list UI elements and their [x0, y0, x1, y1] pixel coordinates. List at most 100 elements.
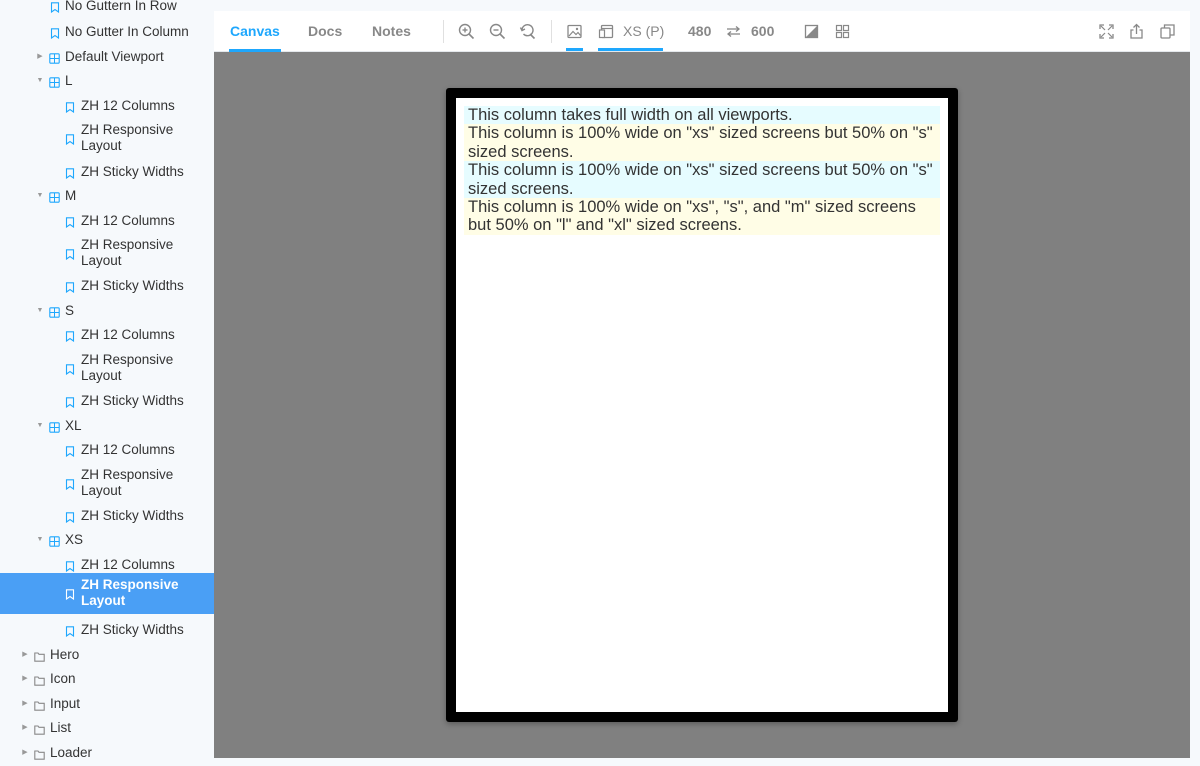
sidebar-item-label: No Gutter In Column	[65, 24, 189, 39]
component-icon	[49, 52, 60, 64]
bookmark-icon	[65, 216, 75, 228]
sidebar-item-loader[interactable]: ▶ Loader	[0, 741, 214, 765]
sidebar-item-zh-sticky-widths[interactable]: ZH Sticky Widths	[0, 274, 214, 298]
sidebar-item-label: ZH Sticky Widths	[81, 278, 184, 293]
bookmark-icon	[65, 396, 75, 408]
sidebar-item-label: ZH Sticky Widths	[81, 164, 184, 179]
sidebar-item-no-guttern-in-row[interactable]: No Guttern In Row	[0, 0, 214, 18]
folder-icon	[34, 650, 45, 662]
swap-dimensions-icon[interactable]	[725, 23, 742, 40]
bookmark-icon	[65, 133, 75, 146]
sidebar-item-label: Hero	[50, 647, 80, 662]
sidebar-item-zh-responsive-layout[interactable]: ZH Responsive Layout	[0, 463, 214, 504]
chevron-right-icon[interactable]: ▶	[36, 53, 44, 61]
chevron-right-icon[interactable]: ▶	[21, 675, 29, 683]
sidebar-item-label: ZH 12 Columns	[81, 327, 175, 342]
sidebar-item-m[interactable]: ▼ M	[0, 184, 214, 208]
copy-link-icon[interactable]	[1159, 23, 1176, 40]
chevron-right-icon[interactable]: ▶	[21, 749, 29, 757]
sidebar-item-default-viewport[interactable]: ▶ Default Viewport	[0, 45, 214, 69]
sidebar-item-zh-12-columns[interactable]: ZH 12 Columns	[0, 438, 214, 462]
chevron-down-icon[interactable]: ▼	[36, 77, 44, 85]
background-image-icon[interactable]	[566, 23, 583, 40]
contrast-icon[interactable]	[803, 23, 820, 40]
chevron-right-icon[interactable]: ▶	[21, 651, 29, 659]
sidebar-item-label: ZH 12 Columns	[81, 442, 175, 457]
sidebar-item-zh-responsive-layout[interactable]: ZH Responsive Layout	[0, 118, 214, 159]
sidebar-item-label: ZH 12 Columns	[81, 213, 175, 228]
preview-iframe: This column takes full width on all view…	[456, 98, 948, 712]
viewport-icon[interactable]	[598, 23, 615, 40]
bookmark-icon	[65, 445, 75, 457]
toolbar-separator	[443, 20, 444, 43]
chevron-down-icon[interactable]: ▼	[36, 422, 44, 430]
sidebar-item-zh-sticky-widths[interactable]: ZH Sticky Widths	[0, 504, 214, 528]
bookmark-icon	[65, 281, 75, 293]
chevron-right-icon[interactable]: ▶	[21, 724, 29, 732]
sidebar-item-list[interactable]: ▶ List	[0, 716, 214, 740]
sidebar-item-zh-sticky-widths[interactable]: ZH Sticky Widths	[0, 160, 214, 184]
sidebar-item-label: Loader	[50, 745, 93, 760]
viewport-width-value[interactable]: 480	[688, 11, 711, 52]
preview-canvas: This column takes full width on all view…	[214, 52, 1190, 758]
sidebar-item-zh-12-columns[interactable]: ZH 12 Columns	[0, 94, 214, 118]
sidebar-item-icon[interactable]: ▶ Icon	[0, 667, 214, 691]
bookmark-icon	[65, 330, 75, 342]
sidebar-item-label: ZH Responsive Layout	[81, 467, 174, 498]
tab-canvas[interactable]: Canvas	[229, 11, 281, 52]
grid-column: This column is 100% wide on "xs" sized s…	[464, 124, 940, 162]
sidebar-tree: No Guttern In Row No Gutter In Column ▶ Def…	[0, 0, 214, 766]
component-icon	[49, 306, 60, 318]
sidebar-item-l[interactable]: ▼ L	[0, 69, 214, 93]
grid-column: This column is 100% wide on "xs" sized s…	[464, 161, 940, 199]
sidebar-item-zh-responsive-layout[interactable]: ZH Responsive Layout	[0, 233, 214, 274]
sidebar-item-zh-12-columns[interactable]: ZH 12 Columns	[0, 323, 214, 347]
chevron-down-icon[interactable]: ▼	[36, 536, 44, 544]
chevron-right-icon[interactable]: ▶	[21, 700, 29, 708]
bookmark-icon	[65, 560, 75, 572]
chevron-down-icon[interactable]: ▼	[36, 307, 44, 315]
sidebar-item-zh-sticky-widths[interactable]: ZH Sticky Widths	[0, 618, 214, 642]
share-icon[interactable]	[1128, 23, 1145, 40]
sidebar-item-label: Default Viewport	[65, 49, 164, 64]
sidebar-item-zh-responsive-layout[interactable]: ZH Responsive Layout	[0, 573, 214, 614]
reset-zoom-icon[interactable]	[519, 23, 536, 40]
fullscreen-icon[interactable]	[1098, 23, 1115, 40]
sidebar-item-label: Input	[50, 696, 81, 711]
toolbar: Canvas Docs Notes XS (P) 480 600	[214, 11, 1190, 52]
sidebar-item-hero[interactable]: ▶ Hero	[0, 643, 214, 667]
zoom-out-icon[interactable]	[489, 23, 506, 40]
sidebar-item-label: XS	[65, 532, 84, 547]
sidebar-item-zh-sticky-widths[interactable]: ZH Sticky Widths	[0, 389, 214, 413]
component-icon	[49, 76, 60, 88]
grid-column: This column is 100% wide on "xs", "s", a…	[464, 198, 940, 235]
grid-icon[interactable]	[834, 23, 851, 40]
sidebar-item-zh-12-columns[interactable]: ZH 12 Columns	[0, 209, 214, 233]
storybook-app: No Guttern In Row No Gutter In Column ▶ Def…	[0, 0, 1200, 766]
sidebar-item-label: ZH Responsive Layout	[81, 122, 174, 153]
sidebar-item-label: Icon	[50, 671, 76, 686]
sidebar-item-label: ZH 12 Columns	[81, 98, 175, 113]
sidebar-item-label: ZH 12 Columns	[81, 557, 175, 572]
viewport-height-value[interactable]: 600	[751, 11, 774, 52]
sidebar-item-xs[interactable]: ▼ XS	[0, 528, 214, 552]
tab-notes[interactable]: Notes	[372, 11, 411, 52]
sidebar-item-no-gutter-in-column[interactable]: No Gutter In Column	[0, 20, 214, 44]
chevron-down-icon[interactable]: ▼	[36, 192, 44, 200]
component-icon	[49, 421, 60, 433]
sidebar-item-label: No Guttern In Row	[65, 0, 177, 13]
component-icon	[49, 191, 60, 203]
viewport-active-indicator	[598, 48, 663, 51]
sidebar-item-s[interactable]: ▼ S	[0, 299, 214, 323]
bookmark-icon	[50, 1, 60, 13]
viewport-label[interactable]: XS (P)	[623, 11, 664, 52]
folder-icon	[34, 699, 45, 711]
grid-column: This column takes full width on all view…	[464, 106, 940, 125]
sidebar-item-input[interactable]: ▶ Input	[0, 692, 214, 716]
zoom-in-icon[interactable]	[458, 23, 475, 40]
sidebar-item-xl[interactable]: ▼ XL	[0, 414, 214, 438]
tab-docs[interactable]: Docs	[308, 11, 342, 52]
sidebar-item-zh-responsive-layout[interactable]: ZH Responsive Layout	[0, 348, 214, 389]
bookmark-icon	[65, 167, 75, 179]
bookmark-icon	[65, 511, 75, 523]
